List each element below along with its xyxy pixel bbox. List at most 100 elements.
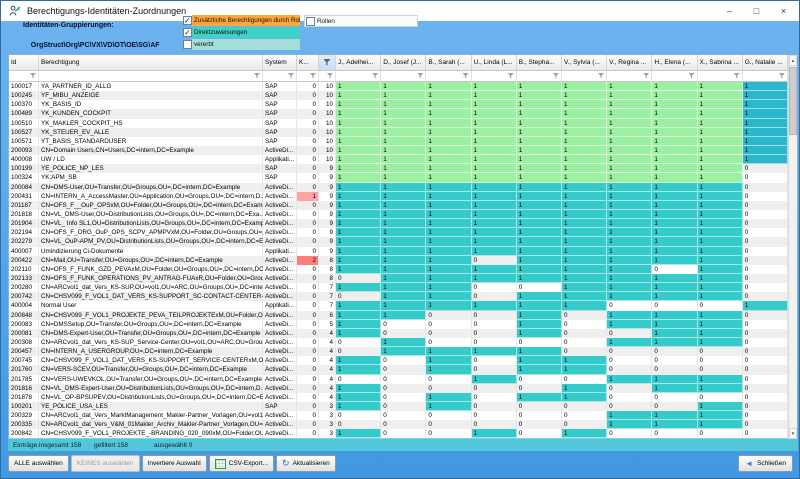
filter-checkbox-row[interactable]: vererbt (183, 39, 300, 50)
grid-cell-count: 8 (319, 265, 336, 274)
column-header-count[interactable] (319, 55, 336, 71)
filter-cell-id[interactable] (9, 71, 39, 82)
grid-cell-id: 202194 (9, 228, 39, 237)
rollen-filter[interactable]: Rollen (304, 15, 418, 27)
grid-row[interactable]: 100245 YF_MIBU_ANZEIGE SAP 0 10 1 1 1 1 1 1 1 1 1 1 (9, 91, 797, 101)
grid-row[interactable]: 400004 Normal User Applikati... 0 7 1 1 1 1 1 1 0 0 0… (9, 301, 797, 311)
column-header-p8[interactable]: X., Sabrina ... (697, 55, 743, 71)
grid-row[interactable]: 400007 Umindizierung Ci-Dokumente Applikat… (9, 246, 797, 256)
maximize-icon[interactable]: □ (743, 1, 770, 21)
scroll-down-icon[interactable]: ▼ (789, 428, 797, 439)
filter-cell-p2[interactable] (426, 71, 472, 82)
grid-row[interactable]: 100199 YE_POLICE_NP_LES SAP 0 9 1 1 1 1 1 1 1 1 1 0 (9, 164, 797, 174)
checkbox[interactable]: ✓ (183, 16, 192, 25)
grid-row[interactable]: 200329 CN=ARCvol1_dat_Vers_MarktManagemen… (9, 411, 797, 421)
grid-row[interactable]: 200745 CN=CHSV099_F_VOL1_DAT_VERS_KS-SUPP… (9, 356, 797, 366)
grid-cell-p9: 0 (743, 164, 788, 173)
refresh-button[interactable]: ↻ Aktualisieren (276, 455, 336, 472)
close-icon[interactable]: × (770, 1, 797, 21)
scrollbar-thumb[interactable] (789, 67, 797, 135)
grid-row[interactable]: 201878 CN=VL_OP-BPSUPEV,OU=DistributionLi… (9, 392, 797, 402)
filter-cell-p6[interactable] (607, 71, 653, 82)
grid-row[interactable]: 200308 CN=ARCvol1_dat_Vers_KS-SUP_Service… (9, 337, 797, 348)
filter-cell-p9[interactable] (742, 71, 788, 82)
grid-cell-p1: 1 (381, 91, 427, 101)
vertical-scrollbar[interactable]: ▲ ▼ (788, 55, 797, 439)
checkbox[interactable]: ✓ (183, 28, 192, 37)
grid-cell-konflikt: 0 (297, 146, 319, 155)
grid-cell-system: SAP (263, 109, 297, 118)
grid-row[interactable]: 100201 YE_POLICE_USA_LES SAP 0 3 1 0 1 0 0 0 0 0 1 0 (9, 401, 797, 412)
scroll-up-icon[interactable]: ▲ (789, 55, 797, 66)
grid-row[interactable]: 201818 CN=VL_DMS-User,OU=DistributionList… (9, 209, 797, 220)
grid-cell-p1: 1 (381, 118, 427, 128)
grid-cell-id: 200084 (9, 183, 39, 192)
column-header-konflikt[interactable]: K... (297, 55, 319, 71)
grid-row[interactable]: 201816 CN=VL_DMS-Expert-User,OU=Distribut… (9, 383, 797, 393)
grid-row[interactable]: 100017 YA_PARTNER_ID_ALLG SAP 0 10 1 1 1 1 1 1 1 1 1 1 (9, 82, 797, 92)
filter-cell-p5[interactable] (561, 71, 608, 82)
csv-export-button[interactable]: CSV-Export... (208, 455, 275, 472)
grid-row[interactable]: 201760 CN=VERS-SCEV,OU=Transfer,OU=Groups… (9, 365, 797, 375)
column-header-p9[interactable]: G., Natalie ... (742, 55, 788, 71)
grid-row[interactable]: 201187 CN=OFS_F__OuP_OPSxM,OU=Folder,OU=G… (9, 200, 797, 210)
grid-row[interactable]: 201785 CN=VERS-UWEVKOL,OU=Transfer,OU=Gro… (9, 374, 797, 384)
column-header-p4[interactable]: B., Stepha... (516, 55, 562, 71)
filter-cell-p8[interactable] (697, 71, 743, 82)
grid-row[interactable]: 200742 CN=CHSV099_F_VOL1_DAT_VERS_KS-SUPP… (9, 292, 797, 302)
column-header-p1[interactable]: D., Josef (J... (381, 55, 427, 71)
filter-cell-p0[interactable] (336, 71, 382, 82)
column-header-p5[interactable]: V., Sylvia (... (561, 55, 608, 71)
column-header-p7[interactable]: H., Elena (... (652, 55, 698, 71)
grid-row[interactable]: 200081 CN=DMS-Expert-User,OU=Transfer,OU=… (9, 328, 797, 338)
grid-cell-id: 200422 (9, 256, 39, 265)
column-header-berechtigung[interactable]: Berechtigung (39, 55, 263, 71)
column-header-p0[interactable]: J., Adelhei... (336, 55, 382, 71)
grid-row[interactable]: 100489 YK_KUNDEN_COCKPIT SAP 0 10 1 1 1 1 1 1 1 1 1 1 (9, 109, 797, 119)
grid-row[interactable]: 400008 UW / LD Applikati... 0 10 1 1 1 1 1 1 1 1 1 1 (9, 155, 797, 165)
grid-row[interactable]: 200457 CN=INTERN_A_USERGROUP,OU=,DC=inter… (9, 347, 797, 357)
column-header-p3[interactable]: U., Linda (L... (471, 55, 517, 71)
select-none-button[interactable]: KEINES auswählen (70, 455, 140, 472)
invert-selection-button[interactable]: Invertiere Auswahl (141, 455, 207, 472)
filter-checkbox-row[interactable]: ✓ Zusätzliche Berechtigungen durch Rollen (183, 15, 300, 26)
filter-cell-count[interactable] (319, 71, 336, 82)
filter-cell-p3[interactable] (471, 71, 517, 82)
filter-cell-system[interactable] (263, 71, 297, 82)
grid-row[interactable]: 200431 CN=INTERN_A_AccessMaster,OU=Applic… (9, 191, 797, 201)
grid-row[interactable]: 100370 YK_BASIS_ID SAP 0 10 1 1 1 1 1 1 1 1 1 1 (9, 100, 797, 110)
column-header-id[interactable]: Id (9, 55, 39, 71)
select-all-button[interactable]: ALLE auswählen (8, 455, 69, 472)
filter-cell-p7[interactable] (652, 71, 698, 82)
grid-row[interactable]: 202194 CN=OFS_F_ORG_OuP_OPS_SCPV_APMPVxM,… (9, 228, 797, 238)
column-header-p6[interactable]: V., Regina ... (607, 55, 653, 71)
grid-row[interactable]: 202133 CN=OFS_F_FUNK_OPERATIONS_PV_ANTRAG… (9, 273, 797, 284)
grid-row[interactable]: 100510 YK_MAKLER_COCKPIT_HS SAP 0 10 1 1 1 1 1 1 1 1… (9, 118, 797, 128)
close-button[interactable]: ◄ Schließen (738, 455, 793, 472)
grid-row[interactable]: 202110 CN=OFS_F_FUNK_GZD_PEVAxM,OU=Folder… (9, 264, 797, 274)
filter-cell-berechtigung[interactable] (39, 71, 263, 82)
grid-row[interactable]: 200083 CN=DMSSetup,OU=Transfer,OU=Groups,… (9, 319, 797, 329)
grid-row[interactable]: 200422 CN=Mail,OU=Transfer,OU=Groups,OU=,… (9, 255, 797, 265)
grid-row[interactable]: 100324 YK:APM_SB SAP 0 9 1 1 1 1 1 1 1 1 1 0 (9, 173, 797, 183)
grid-row[interactable]: 200848 CN=CHSV099_F_VOL1_PROJEKTE_PEVA_TE… (9, 310, 797, 320)
filter-cell-konflikt[interactable] (297, 71, 319, 82)
column-header-system[interactable]: System (263, 55, 297, 71)
grid-row[interactable]: 200093 CN=Domain Users,CN=Users,DC=intern… (9, 145, 797, 156)
grid-cell-p2: 1 (426, 255, 472, 265)
minimize-icon[interactable]: – (716, 1, 743, 21)
rollen-checkbox[interactable] (306, 16, 315, 26)
grid-row[interactable]: 202279 CN=VL_OuP-APM_PV,OU=DistributionLi… (9, 237, 797, 247)
grid-cell-p3: 1 (471, 191, 517, 201)
filter-checkbox-row[interactable]: ✓ Direktzuweisungen (183, 27, 300, 38)
filter-cell-p4[interactable] (516, 71, 562, 82)
grid-row[interactable]: 201904 CN=VL_ Info SL1,OU=DistributionLis… (9, 219, 797, 229)
grid-row[interactable]: 100571 YT_BASIS_STANDARDUSER SAP 0 10 1 1 1 1 1 1 1… (9, 136, 797, 146)
column-header-p2[interactable]: B., Sarah (... (426, 55, 472, 71)
grid-row[interactable]: 100527 YK_STEUER_EV_ALLE SAP 0 10 1 1 1 1 1 1 1 1 1 1 (9, 127, 797, 137)
grid-row[interactable]: 200084 CN=DMS-User,OU=Transfer,OU=Groups,… (9, 182, 797, 192)
checkbox[interactable] (183, 40, 192, 49)
filter-cell-p1[interactable] (381, 71, 427, 82)
grid-row[interactable]: 200335 CN=ARCvol1_dat_Vers_V&M_01Makler_A… (9, 420, 797, 430)
grid-row[interactable]: 200280 CN=ARCvol1_dat_Vers_KS-SUP,OU=vol1… (9, 283, 797, 293)
